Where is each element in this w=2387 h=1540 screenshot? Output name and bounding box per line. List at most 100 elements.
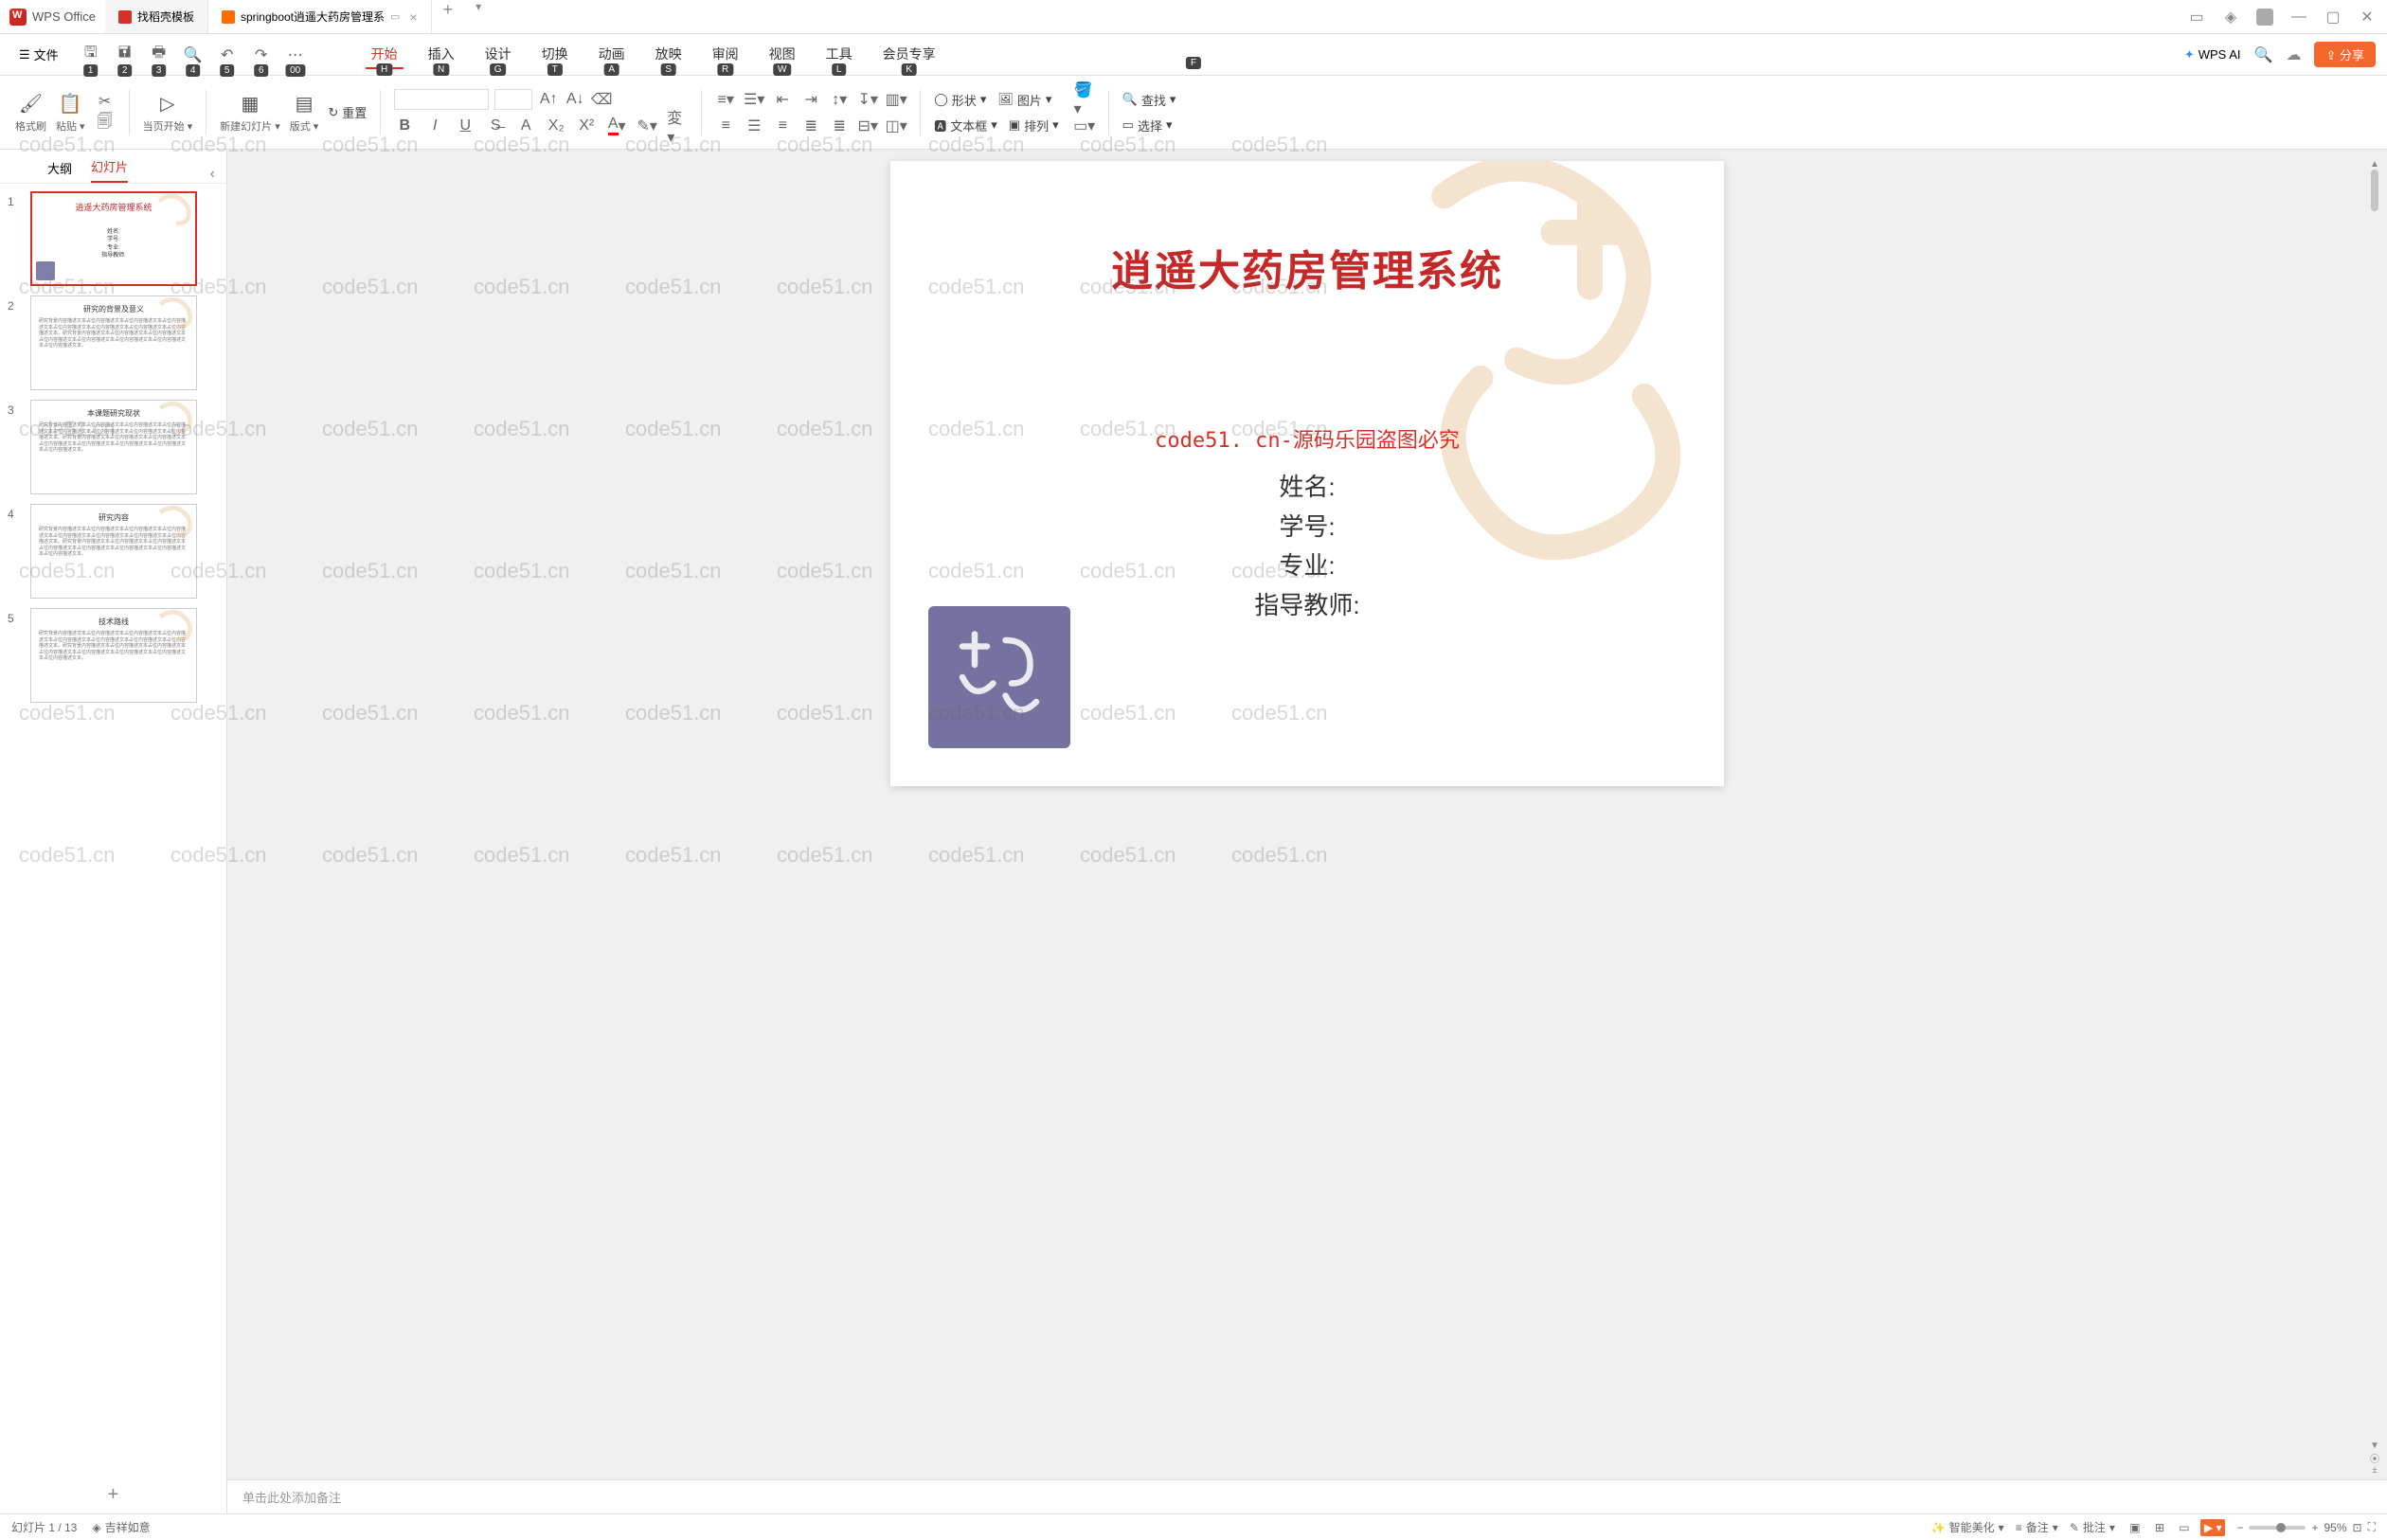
share-button[interactable]: ⇪ 分享 xyxy=(2314,42,2376,67)
wps-ai-button[interactable]: ✦ WPS AI xyxy=(2184,47,2241,63)
slide-thumbnail[interactable]: 研究的背景及意义研究背景内容描述文本占位内容描述文本占位内容描述文本占位内容描述… xyxy=(30,295,197,390)
qat-save-button[interactable]: 🖫1 xyxy=(78,42,104,68)
zoom-slider[interactable] xyxy=(2249,1526,2306,1530)
format-brush-button[interactable]: 🖌 格式刷 xyxy=(15,92,46,134)
menu-tab-l[interactable]: 工具L xyxy=(820,41,858,69)
sorter-view-button[interactable]: ⊞ xyxy=(2151,1519,2168,1536)
close-icon[interactable]: × xyxy=(409,9,417,25)
image-button[interactable]: 🖼图片 ▾ xyxy=(997,91,1051,109)
page-indicator[interactable]: 幻灯片 1 / 13 xyxy=(11,1519,77,1535)
align-right-button[interactable]: ≡ xyxy=(772,116,793,136)
fill-color-button[interactable]: 🪣▾ xyxy=(1074,89,1095,110)
fullscreen-button[interactable]: ⛶ xyxy=(2368,1520,2376,1534)
find-button[interactable]: 🔍查找 ▾ xyxy=(1122,91,1176,109)
outline-tab[interactable]: 大纲 xyxy=(47,159,72,183)
menu-tab-w[interactable]: 视图W xyxy=(763,41,801,69)
tab-template[interactable]: 找稻壳模板 xyxy=(105,0,208,33)
subscript-button[interactable]: X₂ xyxy=(546,116,566,136)
layout-button[interactable]: ▤ 版式 ▾ xyxy=(290,92,319,134)
font-size-select[interactable] xyxy=(494,89,532,110)
bold-button[interactable]: B xyxy=(394,116,415,136)
search-icon[interactable]: 🔍 xyxy=(2254,45,2273,64)
shadow-button[interactable]: A xyxy=(515,116,536,136)
user-avatar[interactable] xyxy=(2256,9,2273,26)
smart-art-button[interactable]: ◫▾ xyxy=(886,116,906,136)
number-list-button[interactable]: ☰▾ xyxy=(744,89,764,110)
qat-customize-button[interactable]: ⋯00 xyxy=(282,42,309,68)
qat-save-as-button[interactable]: 🖬2 xyxy=(112,42,138,68)
theme-indicator[interactable]: ◈ 吉祥如意 xyxy=(92,1519,150,1535)
qat-redo-button[interactable]: ↷6 xyxy=(248,42,275,68)
new-tab-button[interactable]: + xyxy=(432,0,465,33)
collapse-panel-button[interactable]: ‹ xyxy=(210,166,215,183)
menu-tab-h[interactable]: 开始H xyxy=(366,41,404,69)
align-justify-button[interactable]: ≣ xyxy=(800,116,821,136)
align-dist-button[interactable]: ≣ xyxy=(829,116,850,136)
zoom-in-button[interactable]: + xyxy=(2311,1521,2318,1534)
slide-canvas[interactable]: 逍遥大药房管理系统 code51. cn-源码乐园盗图必究 姓名: 学号: 专业… xyxy=(890,161,1724,786)
align-center-button[interactable]: ☰ xyxy=(744,116,764,136)
textbox-button[interactable]: 🅰文本框 ▾ xyxy=(934,116,997,134)
slides-tab[interactable]: 幻灯片 xyxy=(91,157,128,183)
clear-format-button[interactable]: ⌫ xyxy=(591,89,612,110)
arrange-button[interactable]: ▣排列 ▾ xyxy=(1009,116,1059,134)
menu-tab-r[interactable]: 审阅R xyxy=(707,41,745,69)
qat-undo-button[interactable]: ↶5 xyxy=(214,42,241,68)
strike-button[interactable]: S̶ xyxy=(485,116,506,136)
add-slide-button[interactable]: + xyxy=(0,1477,226,1513)
tab-menu-button[interactable]: ▾ xyxy=(464,0,493,33)
menu-tab-g[interactable]: 设计G xyxy=(479,41,517,69)
menu-tab-t[interactable]: 切换T xyxy=(536,41,574,69)
zoom-out-button[interactable]: − xyxy=(2236,1521,2243,1534)
italic-button[interactable]: I xyxy=(424,116,445,136)
window-cube-icon[interactable]: ◈ xyxy=(2222,9,2239,26)
align-left-button[interactable]: ≡ xyxy=(715,116,736,136)
underline-button[interactable]: U xyxy=(455,116,476,136)
text-direction-button[interactable]: ↧▾ xyxy=(857,89,878,110)
new-slide-button[interactable]: ▦ 新建幻灯片 ▾ xyxy=(220,92,280,134)
cut-button[interactable]: ✂ xyxy=(95,91,116,112)
qat-preview-button[interactable]: 🔍4 xyxy=(180,42,206,68)
font-family-select[interactable] xyxy=(394,89,489,110)
slide-thumbnail[interactable]: 逍遥大药房管理系统姓名:学号:专业:指导教师: xyxy=(30,191,197,286)
select-button[interactable]: ▭选择 ▾ xyxy=(1122,116,1176,134)
tab-menu-icon[interactable]: ▭ xyxy=(390,10,400,23)
maximize-button[interactable]: ▢ xyxy=(2324,9,2342,26)
tab-document[interactable]: springboot逍遥大药房管理系 ▭ × xyxy=(208,0,432,33)
phonetic-button[interactable]: 変▾ xyxy=(667,116,688,136)
indent-inc-button[interactable]: ⇥ xyxy=(800,89,821,110)
decrease-font-button[interactable]: A↓ xyxy=(565,89,585,110)
vertical-scrollbar[interactable]: ▲ ▼⦿± xyxy=(2368,159,2381,1476)
slide-thumbnail[interactable]: 研究内容研究背景内容描述文本占位内容描述文本占位内容描述文本占位内容描述文本占位… xyxy=(30,504,197,599)
slideshow-button[interactable]: ▶ ▾ xyxy=(2200,1519,2226,1536)
cloud-icon[interactable]: ☁ xyxy=(2286,45,2301,64)
comment-toggle[interactable]: ✎批注 ▾ xyxy=(2070,1519,2115,1535)
scroll-thumb[interactable] xyxy=(2371,170,2378,211)
outline-button[interactable]: ▭▾ xyxy=(1074,116,1095,136)
line-spacing-button[interactable]: ↕▾ xyxy=(829,89,850,110)
indent-dec-button[interactable]: ⇤ xyxy=(772,89,793,110)
beautify-button[interactable]: ✨智能美化 ▾ xyxy=(1931,1519,2004,1535)
highlight-button[interactable]: ✎▾ xyxy=(637,116,657,136)
minimize-button[interactable]: — xyxy=(2290,9,2307,26)
file-menu[interactable]: ☰ 文件 F xyxy=(11,42,66,67)
close-button[interactable]: ✕ xyxy=(2359,9,2376,26)
menu-tab-a[interactable]: 动画A xyxy=(593,41,631,69)
columns-button[interactable]: ▥▾ xyxy=(886,89,906,110)
zoom-level[interactable]: 95% xyxy=(2324,1521,2347,1534)
increase-font-button[interactable]: A↑ xyxy=(538,89,559,110)
slide-thumbnail[interactable]: 本课题研究现状研究背景内容描述文本占位内容描述文本占位内容描述文本占位内容描述文… xyxy=(30,400,197,494)
notes-toggle[interactable]: ≡备注 ▾ xyxy=(2016,1519,2058,1535)
menu-tab-n[interactable]: 插入N xyxy=(422,41,460,69)
copy-button[interactable]: 🗐 xyxy=(95,114,116,134)
bullet-list-button[interactable]: ≡▾ xyxy=(715,89,736,110)
from-current-button[interactable]: ▷ 当页开始 ▾ xyxy=(143,92,193,134)
superscript-button[interactable]: X² xyxy=(576,116,597,136)
normal-view-button[interactable]: ▣ xyxy=(2127,1519,2144,1536)
menu-tab-k[interactable]: 会员专享K xyxy=(877,41,942,69)
window-snap-icon[interactable]: ▭ xyxy=(2188,9,2205,26)
font-color-button[interactable]: A▾ xyxy=(606,116,627,136)
valign-button[interactable]: ⊟▾ xyxy=(857,116,878,136)
slide-thumbnail[interactable]: 技术路线研究背景内容描述文本占位内容描述文本占位内容描述文本占位内容描述文本占位… xyxy=(30,608,197,703)
qat-print-button[interactable]: 🖶3 xyxy=(146,42,172,68)
